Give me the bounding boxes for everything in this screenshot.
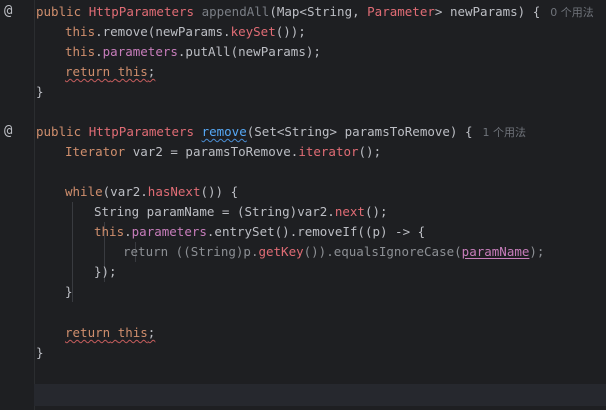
keyword: public bbox=[36, 4, 82, 19]
code-text: ()); bbox=[275, 24, 306, 39]
code-line[interactable]: return this; bbox=[36, 323, 606, 343]
method-name: remove bbox=[201, 124, 247, 139]
code-text: String paramName = (String)var2. bbox=[94, 204, 335, 219]
keyword: return bbox=[65, 64, 111, 79]
code-text: .remove(newParams. bbox=[95, 24, 231, 39]
code-line[interactable]: this.parameters.putAll(newParams); bbox=[36, 42, 606, 62]
code-text: . bbox=[124, 224, 132, 239]
method-call: next bbox=[334, 204, 365, 219]
code-line[interactable]: public HttpParameters appendAll(Map<Stri… bbox=[36, 2, 606, 22]
code-line[interactable]: Iterator var2 = paramsToRemove.iterator(… bbox=[36, 142, 606, 162]
code-text: .putAll(newParams); bbox=[177, 44, 321, 59]
type-name: Parameter bbox=[367, 4, 435, 19]
keyword: public bbox=[36, 124, 82, 139]
method-call: keySet bbox=[230, 24, 276, 39]
method-call: hasNext bbox=[147, 184, 201, 199]
code-line[interactable]: } bbox=[36, 82, 606, 102]
type-name: Iterator bbox=[65, 144, 126, 159]
closing-brace: } bbox=[36, 345, 44, 360]
usages-hint[interactable]: 0 个用法 bbox=[550, 6, 594, 19]
code-text: (); bbox=[364, 204, 388, 219]
code-line[interactable]: this.remove(newParams.keySet()); bbox=[36, 22, 606, 42]
return-type: HttpParameters bbox=[88, 4, 195, 19]
keyword: this bbox=[65, 24, 96, 39]
code-line[interactable]: while(var2.hasNext()) { bbox=[36, 182, 606, 202]
keyword: while bbox=[65, 184, 103, 199]
code-text: (var2. bbox=[102, 184, 148, 199]
code-line[interactable]: } bbox=[36, 343, 606, 363]
keyword: this bbox=[65, 44, 96, 59]
code-line[interactable]: this.parameters.entrySet().removeIf((p) … bbox=[36, 222, 606, 242]
code-text: ( bbox=[269, 4, 277, 19]
code-text: var2 = paramsToRemove. bbox=[125, 144, 299, 159]
keyword: return bbox=[65, 325, 111, 340]
override-annotation-icon[interactable]: @ bbox=[4, 121, 22, 141]
code-text: . bbox=[95, 44, 103, 59]
code-text: > newParams) { bbox=[434, 4, 541, 19]
code-line[interactable]: public HttpParameters remove(Set<String>… bbox=[36, 122, 606, 142]
field-name: parameters bbox=[102, 44, 178, 59]
editor-gutter: @ @ bbox=[0, 0, 35, 410]
keyword: this bbox=[117, 325, 148, 340]
method-name: appendAll bbox=[201, 4, 270, 19]
return-type: HttpParameters bbox=[88, 124, 195, 139]
code-text: ; bbox=[147, 325, 156, 340]
code-text: ; bbox=[147, 64, 156, 79]
code-text: ()).equalsIgnoreCase( bbox=[303, 244, 462, 259]
keyword: return bbox=[123, 244, 169, 259]
code-line[interactable]: String paramName = (String)var2.next(); bbox=[36, 202, 606, 222]
code-line[interactable]: }); bbox=[36, 262, 606, 282]
keyword: this bbox=[94, 224, 125, 239]
code-line[interactable]: return ((String)p.getKey()).equalsIgnore… bbox=[36, 242, 606, 262]
usages-hint[interactable]: 1 个用法 bbox=[483, 126, 527, 139]
code-text: Set<String> paramsToRemove) { bbox=[254, 124, 473, 139]
code-text: ((String)p. bbox=[168, 244, 259, 259]
keyword: this bbox=[117, 64, 148, 79]
code-text: .entrySet().removeIf((p) -> { bbox=[206, 224, 426, 239]
closing-brace: } bbox=[65, 284, 73, 299]
code-text: ); bbox=[529, 244, 545, 259]
method-call: iterator bbox=[298, 144, 359, 159]
code-text: (); bbox=[358, 144, 382, 159]
field-name: parameters bbox=[131, 224, 207, 239]
override-annotation-icon[interactable]: @ bbox=[4, 1, 22, 21]
code-text: Map<String, bbox=[276, 4, 368, 19]
method-call: getKey bbox=[258, 244, 304, 259]
captured-variable: paramName bbox=[461, 244, 530, 259]
code-text: }); bbox=[94, 264, 117, 279]
closing-brace: } bbox=[36, 84, 44, 99]
code-text: ()) { bbox=[200, 184, 239, 199]
current-line-highlight[interactable] bbox=[34, 384, 606, 406]
code-line[interactable]: } bbox=[36, 282, 606, 302]
code-line[interactable]: return this; bbox=[36, 62, 606, 82]
